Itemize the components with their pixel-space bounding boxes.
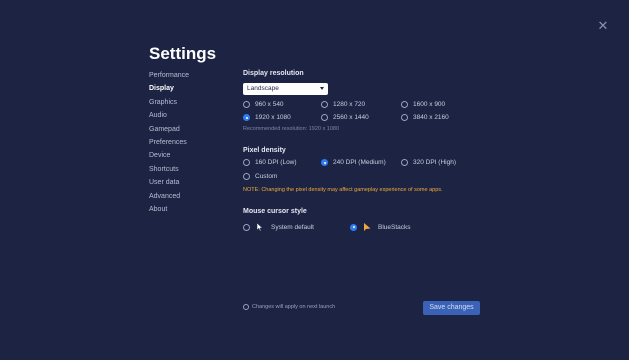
resolution-option-3840x2160[interactable]: 3840 x 2160 (401, 114, 449, 121)
resolution-option-1280x720[interactable]: 1280 x 720 (321, 101, 365, 108)
system-cursor-icon (256, 222, 263, 232)
radio-button[interactable] (243, 159, 250, 166)
radio-button[interactable] (243, 173, 250, 180)
restart-note-text: Changes will apply on next launch (252, 304, 336, 310)
option-label: BlueStacks (378, 223, 411, 231)
option-label: 240 DPI (Medium) (333, 159, 386, 166)
radio-button[interactable] (243, 223, 250, 231)
radio-button[interactable] (321, 101, 328, 108)
option-label: System default (271, 223, 314, 231)
nav-item-device[interactable]: Device (149, 151, 189, 164)
recommended-resolution: Recommended resolution: 1920 x 1080 (243, 126, 340, 132)
option-label: 2560 x 1440 (333, 114, 369, 121)
nav-item-preferences[interactable]: Preferences (149, 138, 189, 151)
option-label: 960 x 540 (255, 101, 284, 108)
nav-item-graphics[interactable]: Graphics (149, 98, 189, 111)
close-icon[interactable]: ✕ (597, 19, 609, 32)
resolution-option-1920x1080[interactable]: 1920 x 1080 (243, 114, 291, 121)
radio-button-selected[interactable] (321, 159, 328, 166)
option-label: 3840 x 2160 (413, 114, 449, 121)
radio-button[interactable] (401, 114, 408, 121)
nav-item-shortcuts[interactable]: Shortcuts (149, 165, 189, 178)
density-option-custom[interactable]: Custom (243, 173, 277, 180)
info-icon (243, 304, 249, 310)
option-label: 1600 x 900 (413, 101, 446, 108)
option-label: Custom (255, 173, 278, 180)
option-label: 320 DPI (High) (413, 159, 456, 166)
nav-item-gamepad[interactable]: Gamepad (149, 125, 189, 138)
radio-button[interactable] (321, 114, 328, 121)
chevron-down-icon (320, 87, 324, 90)
settings-nav: Performance Display Graphics Audio Gamep… (149, 71, 189, 218)
orientation-value: Landscape (247, 85, 279, 92)
mouse-cursor-title: Mouse cursor style (243, 208, 307, 215)
resolution-option-960x540[interactable]: 960 x 540 (243, 101, 284, 108)
nav-item-performance[interactable]: Performance (149, 71, 189, 84)
pixel-density-title: Pixel density (243, 147, 286, 154)
bluestacks-cursor-icon (364, 223, 371, 231)
page-title: Settings (149, 44, 217, 63)
display-resolution-title: Display resolution (243, 70, 304, 77)
radio-button-selected[interactable] (350, 223, 357, 231)
cursor-option-system-default[interactable]: System default (243, 222, 314, 232)
radio-button[interactable] (243, 101, 250, 108)
restart-note: Changes will apply on next launch (243, 304, 335, 310)
orientation-select[interactable]: Landscape (243, 83, 328, 95)
nav-item-audio[interactable]: Audio (149, 111, 189, 124)
radio-button[interactable] (401, 159, 408, 166)
option-label: 160 DPI (Low) (255, 159, 297, 166)
resolution-option-1600x900[interactable]: 1600 x 900 (401, 101, 445, 108)
cursor-option-bluestacks[interactable]: BlueStacks (350, 222, 411, 232)
resolution-option-2560x1440[interactable]: 2560 x 1440 (321, 114, 369, 121)
radio-button[interactable] (401, 101, 408, 108)
density-note: NOTE: Changing the pixel density may aff… (243, 187, 443, 193)
nav-item-about[interactable]: About (149, 205, 189, 218)
radio-button-selected[interactable] (243, 114, 250, 121)
nav-item-display[interactable]: Display (149, 84, 189, 97)
nav-item-advanced[interactable]: Advanced (149, 192, 189, 205)
option-label: 1920 x 1080 (255, 114, 291, 121)
save-changes-button[interactable]: Save changes (423, 301, 480, 315)
density-option-320[interactable]: 320 DPI (High) (401, 159, 456, 166)
density-option-240[interactable]: 240 DPI (Medium) (321, 159, 386, 166)
nav-item-user-data[interactable]: User data (149, 178, 189, 191)
density-option-160[interactable]: 160 DPI (Low) (243, 159, 297, 166)
option-label: 1280 x 720 (333, 101, 366, 108)
